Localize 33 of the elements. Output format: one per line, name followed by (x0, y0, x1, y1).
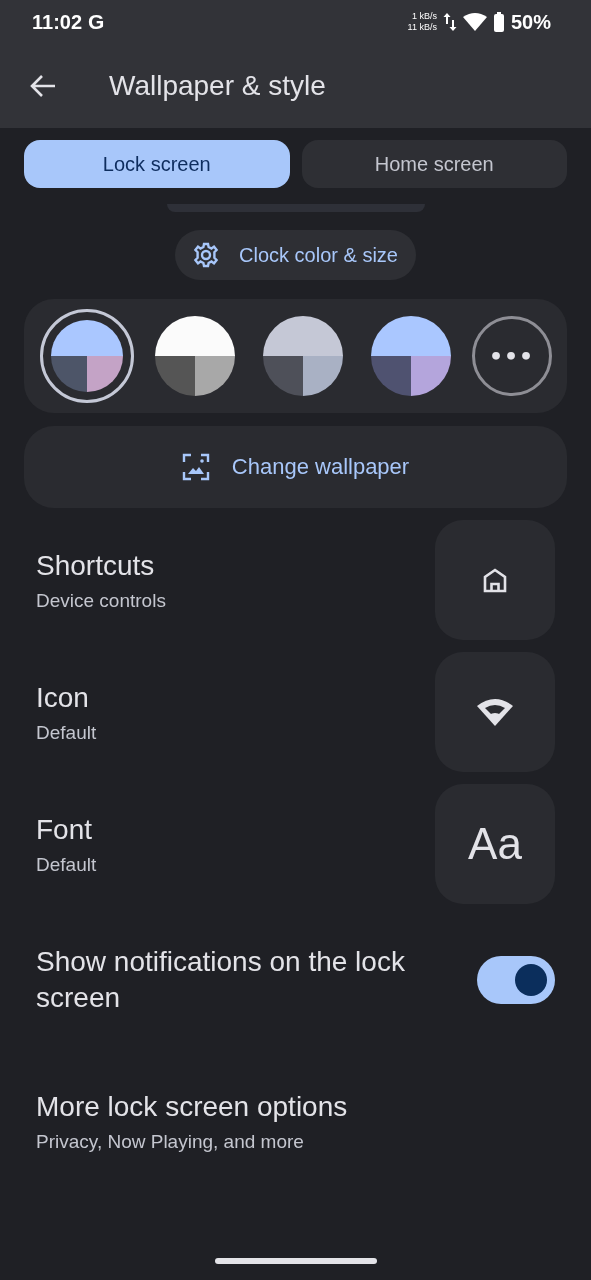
wifi-icon (477, 698, 513, 726)
change-wallpaper-button[interactable]: Change wallpaper (24, 426, 567, 508)
setting-title: More lock screen options (36, 1089, 349, 1124)
setting-title: Font (36, 812, 94, 847)
google-logo: G (88, 10, 105, 34)
wifi-icon (462, 13, 487, 31)
battery-percent: 50% (510, 10, 551, 34)
home-icon (482, 567, 508, 593)
data-arrows-icon (442, 12, 457, 32)
wallpaper-icon (181, 453, 210, 481)
shortcut-tile[interactable] (435, 520, 555, 640)
setting-title: Shortcuts (36, 548, 156, 583)
upload-speed: 1 kB/s (411, 11, 437, 22)
tab[interactable]: Lock screen (24, 140, 290, 188)
setting-subtitle: Privacy, Now Playing, and more (36, 1131, 305, 1154)
setting-title: Show notifications on the lock screen (36, 944, 406, 1015)
battery-icon (492, 12, 505, 32)
setting-subtitle: Default (36, 722, 98, 745)
gear-icon (193, 242, 220, 268)
color-swatch[interactable] (39, 309, 134, 403)
tab[interactable]: Home screen (301, 140, 567, 188)
setting-subtitle: Device controls (36, 590, 167, 613)
download-speed: 11 kB/s (407, 22, 437, 33)
clock-time: 11:02 (32, 10, 83, 34)
font-preview-tile[interactable]: Aa (435, 784, 555, 904)
back-arrow-icon[interactable] (29, 74, 57, 98)
toggle-switch[interactable] (477, 956, 555, 1004)
icon-tile[interactable] (435, 652, 555, 772)
more-colors-button[interactable]: ••• (471, 316, 552, 396)
setting-subtitle: Default (36, 854, 98, 877)
clock-settings-button[interactable]: Clock color & size (175, 230, 416, 280)
screen-title: Wallpaper & style (109, 70, 326, 102)
setting-title: Icon (36, 680, 90, 715)
